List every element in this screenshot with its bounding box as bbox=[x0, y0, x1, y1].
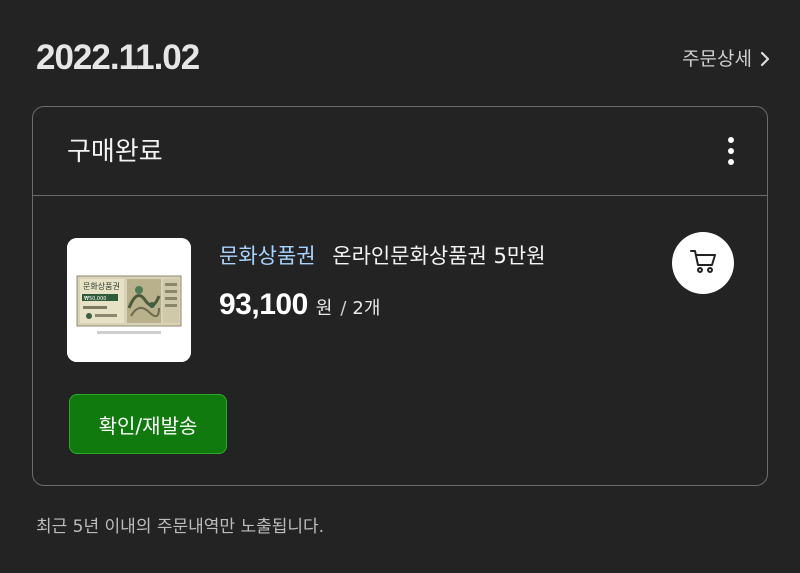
cart-icon bbox=[688, 246, 718, 280]
more-vertical-icon bbox=[715, 137, 747, 175]
product-name[interactable]: 온라인문화상품권 5만원 bbox=[332, 244, 545, 268]
order-detail-link[interactable]: 주문상세 bbox=[682, 46, 770, 72]
brand-link[interactable]: 문화상품권 bbox=[219, 244, 316, 268]
price-separator: / bbox=[340, 298, 347, 319]
product-title-line: 문화상품권 온라인문화상품권 5만원 bbox=[219, 241, 546, 271]
history-notice: 최근 5년 이내의 주문내역만 노출됩니다. bbox=[36, 517, 325, 537]
order-quantity: 2개 bbox=[352, 298, 381, 319]
order-date: 2022.11.02 bbox=[36, 38, 200, 77]
add-to-cart-button[interactable] bbox=[672, 232, 734, 294]
price-line: 93,100 원 / 2개 bbox=[219, 287, 380, 327]
price-amount: 93,100 bbox=[219, 288, 308, 321]
order-detail-label: 주문상세 bbox=[682, 48, 752, 70]
product-thumbnail[interactable]: 문화상품권 ₩50,000 bbox=[67, 238, 191, 362]
confirm-resend-button[interactable]: 확인/재발송 bbox=[69, 394, 227, 454]
order-card: 구매완료 문화상품권 ₩50,000 문화상품권 온라인문화상품권 5만원 93… bbox=[32, 106, 768, 486]
order-history-page: 2022.11.02 주문상세 구매완료 문화상품권 ₩50,000 문화상품권… bbox=[0, 0, 800, 573]
price-currency: 원 bbox=[315, 298, 333, 319]
svg-text:₩50,000: ₩50,000 bbox=[84, 296, 106, 302]
chevron-right-icon bbox=[760, 51, 770, 67]
order-card-header: 구매완료 bbox=[33, 107, 767, 196]
order-status: 구매완료 bbox=[67, 137, 163, 167]
more-options-button[interactable] bbox=[715, 131, 747, 171]
thumbnail-title: 문화상품권 bbox=[83, 281, 120, 291]
